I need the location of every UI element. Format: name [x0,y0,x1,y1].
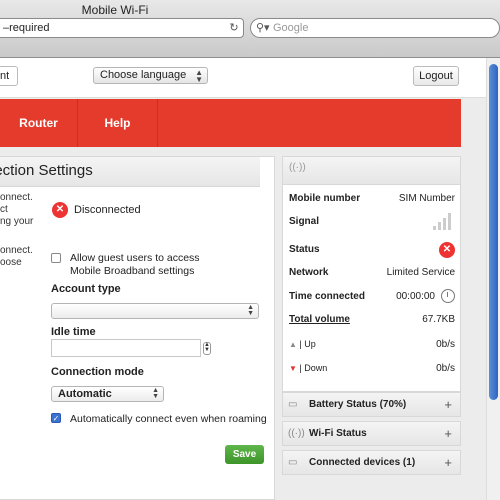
nav-help[interactable]: Help [78,99,158,147]
select-arrows-icon: ▲ ▼ [247,304,254,317]
wifi-icon: ((·)) [288,428,305,439]
guest-access-label: Allow guest users to access Mobile Broad… [70,252,200,278]
search-icon: ⚲▾ [256,22,270,34]
logout-button[interactable]: Logout [413,66,459,86]
signal-label: Signal [289,216,320,227]
search-input[interactable]: ⚲▾ Google [250,18,500,38]
expand-icon[interactable]: + [444,426,452,441]
clipped-text: onnect. [0,245,33,256]
network-value: Limited Service [386,267,455,278]
upload-value: 0b/s [436,339,455,350]
idle-time-stepper[interactable]: ▲ ▼ [203,342,211,355]
top-bar: nt Choose language ▲ ▼ Logout [0,58,486,98]
connection-mode-value: Automatic [58,388,112,400]
expand-icon[interactable]: + [444,455,452,470]
roaming-label: Automatically connect even when roaming [70,413,267,425]
address-bar[interactable]: –required ↻ [0,18,244,38]
panel-title-text: nection Settings [0,162,93,179]
mobile-number-label: Mobile number [289,193,361,204]
connection-settings-panel: nection Settings onnect. ct ng your onne… [0,156,275,500]
select-arrows-icon: ▲ ▼ [152,387,159,400]
browser-chrome: Mobile Wi-Fi –required ↻ ⚲▾ Google [0,0,500,58]
account-type-select[interactable]: ▲ ▼ [51,303,259,319]
guest-access-label-line1: Allow guest users to access [70,252,200,264]
clipped-text: ng your [0,216,34,227]
page-scrollbar[interactable] [486,58,500,500]
scrollbar-thumb[interactable] [489,64,498,400]
search-placeholder: Google [273,22,309,34]
antenna-icon: ((·)) [289,162,306,173]
main-nav: Router Help [0,99,461,147]
down-arrow-icon: ▼ [289,364,297,373]
mobile-number-value: SIM Number [398,193,455,204]
status-row: Status ✕ [289,242,455,258]
mobile-number-row: Mobile number SIM Number [289,193,455,207]
connection-status: Disconnected [74,204,141,216]
guest-access-checkbox[interactable] [51,253,61,263]
upload-label-text: Up [304,339,316,349]
total-volume-link[interactable]: Total volume [289,314,350,325]
status-panel-header: ((·)) [283,157,460,185]
account-type-label: Account type [51,283,121,295]
connected-devices-accordion[interactable]: ▭ Connected devices (1) + [282,450,461,475]
network-label: Network [289,267,329,278]
select-arrows-icon: ▲ ▼ [195,68,203,84]
battery-status-label: Battery Status (70%) [309,399,407,410]
signal-row: Signal [289,213,455,230]
connection-mode-select[interactable]: Automatic ▲ ▼ [51,386,164,402]
address-text: –required [3,22,50,34]
error-icon: ✕ [439,242,455,258]
up-arrow-icon: ▲ [289,340,297,349]
signal-bars-icon [433,212,455,230]
clipped-text: oose [0,257,22,268]
wifi-status-label: Wi-Fi Status [309,428,367,439]
connection-mode-label: Connection mode [51,366,144,378]
save-button[interactable]: Save [225,445,264,464]
window-title-text: Mobile Wi-Fi [81,3,149,17]
clock-icon [441,289,455,303]
clipped-text: onnect. [0,192,33,203]
time-connected-value: 00:00:00 [396,291,435,302]
total-volume-value: 67.7KB [422,314,455,325]
panel-title: nection Settings [0,157,260,187]
battery-status-accordion[interactable]: ▭ Battery Status (70%) + [282,392,461,417]
upload-label: ▲ | Up [289,339,316,349]
time-connected-row: Time connected 00:00:00 [289,289,455,305]
wifi-status-accordion[interactable]: ((·)) Wi-Fi Status + [282,421,461,446]
top-left-button[interactable]: nt [0,66,18,86]
connected-devices-label: Connected devices (1) [309,457,416,468]
page: nt Choose language ▲ ▼ Logout Router Help… [0,58,486,500]
download-label-text: Down [304,363,328,373]
language-select-label: Choose language [100,69,187,81]
status-panel: ((·)) Mobile number SIM Number Signal St… [282,156,461,392]
network-row: Network Limited Service [289,267,455,281]
clipped-text: ct [0,204,8,215]
expand-icon[interactable]: + [444,397,452,412]
battery-icon: ▭ [288,399,298,410]
idle-time-input[interactable] [51,339,201,357]
window-title: Mobile Wi-Fi [0,3,230,17]
total-volume-row: Total volume 67.7KB [289,314,455,328]
download-value: 0b/s [436,363,455,374]
download-label: ▼ | Down [289,363,328,373]
idle-time-label: Idle time [51,326,96,338]
monitor-icon: ▭ [288,457,298,468]
time-connected-label: Time connected [289,291,365,302]
language-select[interactable]: Choose language ▲ ▼ [93,67,208,84]
nav-router[interactable]: Router [0,99,78,147]
status-label: Status [289,244,320,255]
guest-access-label-line2: Mobile Broadband settings [70,265,195,277]
reload-icon[interactable]: ↻ [227,21,241,35]
roaming-checkbox[interactable]: ✓ [51,413,61,423]
error-icon: ✕ [52,202,68,218]
